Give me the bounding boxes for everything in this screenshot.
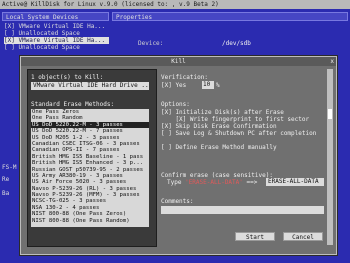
side-label-ba: Ba	[2, 190, 10, 197]
objects-label: 1 object(s) to Kill:	[31, 74, 104, 81]
side-label-re: Re	[2, 176, 10, 183]
verification-checkbox[interactable]: [X] Yes	[161, 82, 186, 89]
start-button[interactable]: Start	[235, 232, 275, 241]
comments-label: Comments:	[161, 198, 194, 205]
device-property-label: Device:	[138, 40, 164, 47]
methods-label: Standard Erase Methods:	[31, 101, 115, 108]
option-skip-confirmation[interactable]: [X] Skip Disk Erase Confirmation	[161, 123, 277, 130]
method-item[interactable]: Russian GOST p50739-95 - 2 passes	[31, 167, 149, 173]
verification-unit: %	[216, 82, 220, 89]
objects-field: VMware Virtual IDE Hard Drive ...	[31, 82, 149, 90]
confirm-erase-input[interactable]: ERASE-ALL-DATA	[266, 178, 324, 186]
partition-item[interactable]: [ ] Unallocated Space	[4, 30, 109, 37]
cancel-button[interactable]: Cancel	[283, 232, 323, 241]
side-label-fs: FS-M	[2, 164, 17, 171]
window-title: Active@ KillDisk for Linux v.9.0 (licens…	[2, 1, 219, 8]
dialog-title-bar: Kill	[21, 57, 336, 66]
options-label: Options:	[161, 101, 190, 108]
option-initialize-disk[interactable]: [X] Initialize Disk(s) after Erase	[161, 109, 284, 116]
device-property-value: /dev/sdb	[222, 40, 251, 47]
option-write-fingerprint[interactable]: [X] Write fingerprint to first sector	[161, 116, 309, 123]
device-item-selected[interactable]: [X] VMware Virtual IDE Ha...	[4, 37, 109, 44]
kill-dialog: Kill x 1 object(s) to Kill: VMware Virtu…	[20, 56, 337, 255]
confirm-type-label: Type	[167, 179, 182, 186]
comments-input[interactable]	[161, 206, 324, 214]
method-item[interactable]: NIST 800-88 (One Pass Random)	[31, 218, 149, 224]
properties-panel-header: Properties	[112, 12, 348, 21]
dialog-scrollbar[interactable]	[327, 69, 333, 245]
partition-item[interactable]: [ ] Unallocated Space	[4, 44, 109, 51]
devices-panel: Local System Devices [X] VMware Virtual …	[2, 12, 109, 57]
dialog-title: Kill	[171, 58, 186, 65]
confirm-hint: 'ERASE-ALL-DATA'	[185, 179, 243, 186]
confirm-erase-label: Confirm erase (case sensitive):	[161, 172, 273, 179]
properties-panel: Properties Device: /dev/sdb	[112, 12, 348, 57]
option-save-log-shutdown[interactable]: [ ] Save Log & Shutdown PC after complet…	[161, 130, 316, 137]
scrollbar-thumb[interactable]	[328, 109, 332, 119]
devices-panel-header: Local System Devices	[2, 12, 109, 21]
method-item[interactable]: British HMG IS5 Enhanced - 3 p...	[31, 160, 149, 166]
confirm-arrow: ==>	[246, 179, 258, 186]
verification-percent-input[interactable]: 10	[202, 81, 214, 89]
verification-label: Verification:	[161, 74, 208, 81]
device-item[interactable]: [X] VMware Virtual IDE Ha...	[4, 23, 109, 30]
erase-methods-list[interactable]: One Pass Zeros One Pass Random US DoD 52…	[31, 109, 149, 227]
window-title-bar: Active@ KillDisk for Linux v.9.0 (licens…	[0, 0, 350, 9]
close-icon[interactable]: x	[330, 57, 334, 66]
define-method-checkbox[interactable]: [ ] Define Erase Method manually	[161, 144, 277, 151]
